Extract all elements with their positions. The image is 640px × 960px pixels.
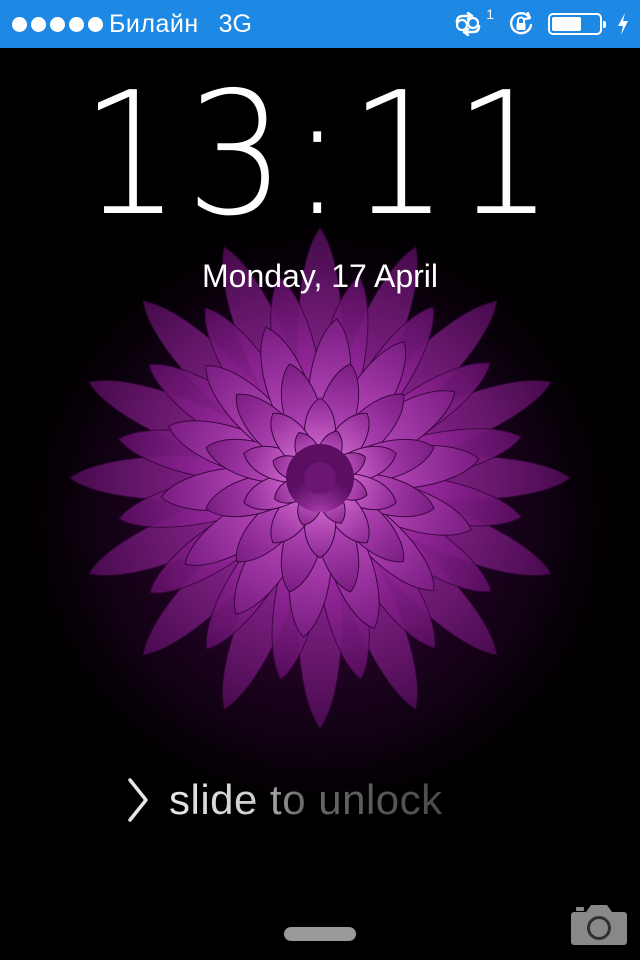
sync-icon: 1 [451, 6, 494, 36]
lock-screen-clock: 13:11 [80, 56, 560, 254]
sync-count: 1 [486, 6, 494, 22]
charging-bolt-icon [616, 12, 630, 36]
lock-screen-date: Monday, 17 April [202, 258, 438, 294]
signal-strength-icon [12, 16, 103, 32]
rotation-lock-icon [508, 11, 534, 37]
control-center-handle[interactable] [284, 927, 356, 941]
battery-icon [548, 13, 606, 35]
status-icons: 1 [451, 6, 630, 37]
slide-to-unlock-label: slide to unlock [169, 776, 443, 823]
network-type: 3G [218, 9, 252, 38]
status-bar: Билайн 3G 1 [0, 0, 640, 48]
battery-level [552, 17, 581, 31]
slide-to-unlock[interactable]: slide to unlock [125, 776, 443, 824]
camera-icon[interactable] [570, 902, 628, 946]
chevron-right-icon [128, 778, 148, 822]
carrier-name: Билайн [109, 9, 199, 38]
